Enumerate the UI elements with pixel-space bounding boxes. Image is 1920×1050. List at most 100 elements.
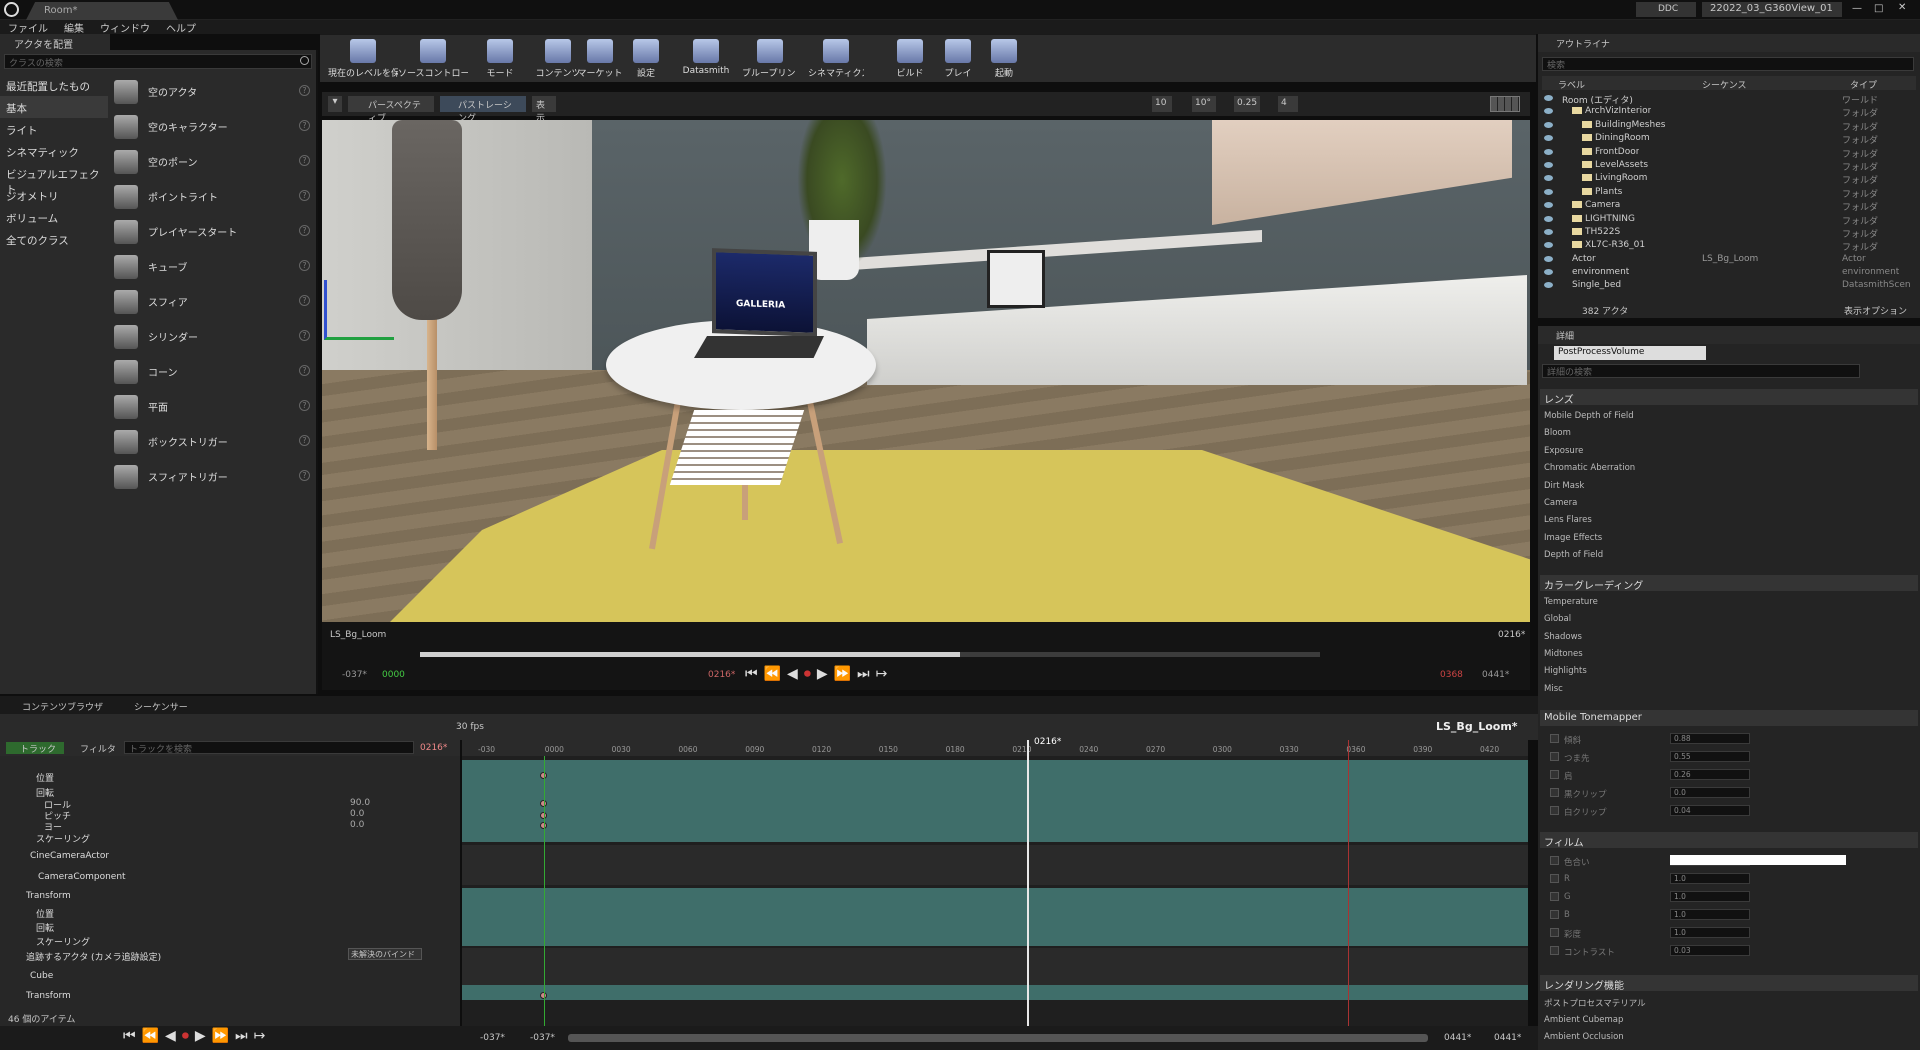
record-icon[interactable]: ⏺ bbox=[804, 666, 811, 682]
track-label[interactable]: 追跡するアクタ (カメラ追跡設定) bbox=[26, 950, 161, 963]
details-value-field[interactable]: 0.26 bbox=[1670, 769, 1750, 780]
seq-jump-end-icon[interactable]: ⏭ bbox=[235, 1028, 248, 1044]
details-value-field[interactable]: 1.0 bbox=[1670, 909, 1750, 920]
eye-icon[interactable] bbox=[1544, 188, 1553, 195]
eye-icon[interactable] bbox=[1544, 121, 1553, 128]
details-row-lens[interactable]: Depth of Field bbox=[1544, 550, 1603, 560]
eye-icon[interactable] bbox=[1544, 95, 1553, 101]
track-label[interactable]: CameraComponent bbox=[38, 872, 126, 882]
outliner-row[interactable]: environment environment bbox=[1542, 266, 1916, 279]
details-row-lens[interactable]: Mobile Depth of Field bbox=[1544, 411, 1634, 421]
details-value-field[interactable]: 0.0 bbox=[1670, 787, 1750, 798]
work-start[interactable]: -037* bbox=[530, 1033, 555, 1043]
jump-start-icon[interactable]: ⏮ bbox=[745, 666, 758, 682]
seq-step-forward-icon[interactable]: ⏩ bbox=[212, 1028, 229, 1044]
actor-item[interactable]: プレイヤースタート? bbox=[110, 214, 316, 249]
outliner-tab[interactable]: アウトライナ bbox=[1538, 34, 1920, 52]
outliner-row[interactable]: LivingRoom フォルダ bbox=[1542, 172, 1916, 186]
outliner-row[interactable]: Plants フォルダ bbox=[1542, 186, 1916, 200]
help-icon[interactable]: ? bbox=[299, 155, 310, 166]
object-name-field[interactable]: PostProcessVolume bbox=[1554, 346, 1706, 360]
filter-button[interactable]: フィルタ bbox=[70, 742, 116, 755]
override-checkbox[interactable] bbox=[1550, 788, 1559, 797]
seq-step-back-icon[interactable]: ⏪ bbox=[142, 1028, 159, 1044]
details-row-lens[interactable]: Dirt Mask bbox=[1544, 481, 1584, 491]
track-label[interactable]: Transform bbox=[26, 891, 71, 901]
eye-icon[interactable] bbox=[1544, 215, 1553, 222]
details-row-grading[interactable]: Global bbox=[1544, 614, 1571, 624]
category-volumes[interactable]: ボリューム bbox=[0, 206, 108, 228]
actor-item[interactable]: 空のアクタ? bbox=[110, 74, 316, 109]
details-section-header[interactable]: フィルム bbox=[1540, 832, 1918, 849]
lit-mode-button[interactable]: パストレーシング bbox=[440, 96, 526, 124]
eye-icon[interactable] bbox=[1544, 161, 1553, 168]
col-type[interactable]: タイプ bbox=[1850, 78, 1877, 91]
outliner-row[interactable]: Actor LS_Bg_Loom Actor bbox=[1542, 253, 1916, 266]
help-icon[interactable]: ? bbox=[299, 330, 310, 341]
actor-item[interactable]: スフィア? bbox=[110, 284, 316, 319]
place-actors-tab[interactable]: アクタを配置 bbox=[0, 34, 110, 51]
toolbar-button[interactable]: ソースコントロール bbox=[398, 39, 468, 79]
binding-dropdown[interactable]: 未解決のバインド bbox=[348, 948, 422, 960]
override-checkbox[interactable] bbox=[1550, 910, 1559, 919]
work-end[interactable]: 0441* bbox=[1444, 1033, 1471, 1043]
details-tab[interactable]: 詳細 bbox=[1538, 326, 1920, 344]
category-lights[interactable]: ライト bbox=[0, 118, 108, 140]
outliner-row[interactable]: DiningRoom フォルダ bbox=[1542, 132, 1916, 146]
toolbar-button[interactable]: モード bbox=[472, 39, 528, 79]
eye-icon[interactable] bbox=[1544, 202, 1553, 209]
document-tab[interactable]: Room* bbox=[26, 2, 178, 20]
actor-item[interactable]: ポイントライト? bbox=[110, 179, 316, 214]
minimize-button[interactable]: — bbox=[1852, 3, 1862, 14]
override-checkbox[interactable] bbox=[1550, 856, 1559, 865]
outliner-row[interactable]: Camera フォルダ bbox=[1542, 199, 1916, 213]
track-label[interactable]: 位置 bbox=[36, 907, 54, 920]
actor-item[interactable]: スフィアトリガー? bbox=[110, 459, 316, 494]
override-checkbox[interactable] bbox=[1550, 752, 1559, 761]
menu-edit[interactable]: 編集 bbox=[64, 20, 84, 35]
play-icon[interactable]: ▶ bbox=[817, 666, 828, 682]
details-row-grading[interactable]: Midtones bbox=[1544, 649, 1583, 659]
help-icon[interactable]: ? bbox=[299, 120, 310, 131]
eye-icon[interactable] bbox=[1544, 175, 1553, 182]
toolbar-button[interactable]: 起動 bbox=[976, 39, 1032, 79]
perspective-button[interactable]: パースペクティブ bbox=[348, 96, 434, 124]
help-icon[interactable]: ? bbox=[299, 225, 310, 236]
override-checkbox[interactable] bbox=[1550, 946, 1559, 955]
eye-icon[interactable] bbox=[1544, 148, 1553, 155]
details-search-input[interactable]: 詳細の検索 bbox=[1542, 364, 1860, 378]
current-time-marker[interactable] bbox=[1027, 740, 1029, 1026]
toolbar-button[interactable]: 現在のレベルを保存 bbox=[328, 39, 398, 79]
details-row-grading[interactable]: Highlights bbox=[1544, 666, 1587, 676]
ddc-badge[interactable]: DDC bbox=[1636, 2, 1696, 17]
category-basic[interactable]: 基本 bbox=[0, 96, 108, 118]
help-icon[interactable]: ? bbox=[299, 260, 310, 271]
track-label[interactable]: スケーリング bbox=[36, 832, 90, 845]
seq-reverse-icon[interactable]: ◀ bbox=[165, 1028, 176, 1044]
override-checkbox[interactable] bbox=[1550, 874, 1559, 883]
outliner-row[interactable]: XL7C-R36_01 フォルダ bbox=[1542, 239, 1916, 253]
details-row-lens[interactable]: Lens Flares bbox=[1544, 515, 1592, 525]
step-back-icon[interactable]: ⏪ bbox=[764, 666, 781, 682]
details-value-field[interactable]: 1.0 bbox=[1670, 891, 1750, 902]
menu-help[interactable]: ヘルプ bbox=[166, 20, 196, 35]
category-visual-effects[interactable]: ビジュアルエフェクト bbox=[0, 162, 108, 196]
override-checkbox[interactable] bbox=[1550, 928, 1559, 937]
category-recent[interactable]: 最近配置したもの bbox=[0, 74, 108, 96]
details-row-grading[interactable]: Temperature bbox=[1544, 597, 1598, 607]
seq-loop-icon[interactable]: ↦ bbox=[254, 1028, 266, 1044]
details-row-lens[interactable]: Bloom bbox=[1544, 428, 1571, 438]
override-checkbox[interactable] bbox=[1550, 806, 1559, 815]
layout-grid-icon[interactable] bbox=[1490, 96, 1520, 112]
track-label[interactable]: Cube bbox=[30, 971, 53, 981]
outliner-row[interactable]: ArchVizInterior フォルダ bbox=[1542, 105, 1916, 119]
snap-grid-value[interactable]: 10 bbox=[1152, 96, 1172, 112]
track-label[interactable]: CineCameraActor bbox=[30, 851, 109, 861]
category-all-classes[interactable]: 全てのクラス bbox=[0, 228, 108, 250]
timeline-section[interactable] bbox=[462, 845, 1528, 885]
outliner-row[interactable]: TH522S フォルダ bbox=[1542, 226, 1916, 240]
details-row-lens[interactable]: Image Effects bbox=[1544, 533, 1602, 543]
actor-item[interactable]: ボックストリガー? bbox=[110, 424, 316, 459]
toolbar-button[interactable]: Datasmith bbox=[678, 39, 734, 76]
show-button[interactable]: 表示 bbox=[532, 96, 556, 124]
